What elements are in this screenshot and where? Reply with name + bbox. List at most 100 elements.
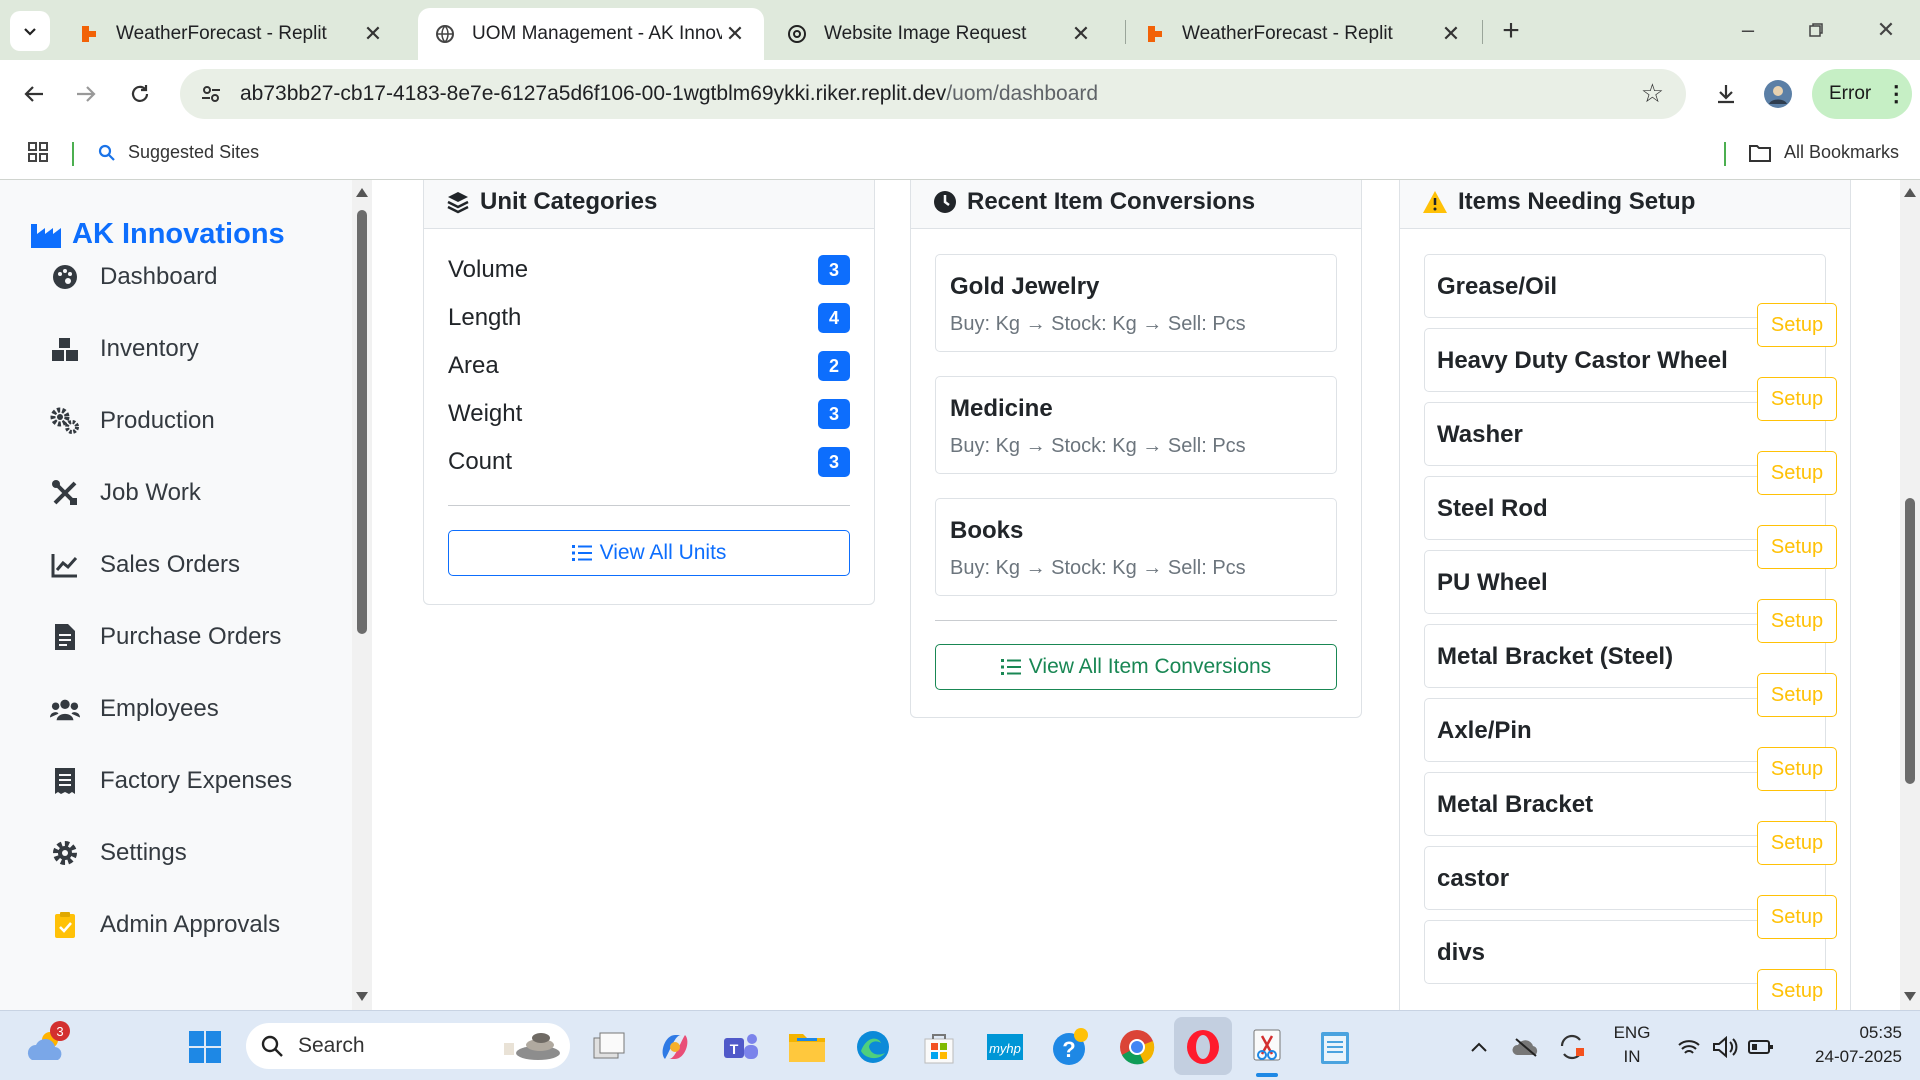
sidebar-scrollbar[interactable] [352, 180, 372, 1010]
unit-category-row[interactable]: Area 2 [448, 351, 850, 381]
conversion-item[interactable]: Gold Jewelry Buy: Kg → Stock: Kg → Sell:… [935, 254, 1337, 352]
view-all-conversions-button[interactable]: View All Item Conversions [935, 644, 1337, 690]
edge-button[interactable] [852, 1026, 894, 1068]
apps-button[interactable] [26, 140, 50, 164]
tab-weatherforecast-1[interactable]: WeatherForecast - Replit ✕ [62, 8, 402, 60]
clock[interactable]: 05:35 24-07-2025 [1792, 1023, 1902, 1067]
bookmarks-divider [1724, 142, 1726, 166]
conversion-item[interactable]: Books Buy: Kg → Stock: Kg → Sell: Pcs [935, 498, 1337, 596]
sidebar-item-employees[interactable]: Employees [50, 694, 219, 724]
taskbar: 3 Search T myhp ? ENG IN 05:35 24-07-202… [0, 1010, 1920, 1080]
sidebar-item-inventory[interactable]: Inventory [50, 334, 199, 364]
profile-error-button[interactable]: Error ⋮ [1812, 69, 1912, 119]
globe-icon [434, 23, 456, 45]
sidebar-item-admin-approvals[interactable]: Admin Approvals [50, 910, 280, 940]
minimize-button[interactable]: – [1728, 10, 1768, 50]
conversion-item-name: Medicine [950, 395, 1053, 422]
sidebar-scrollbar-thumb[interactable] [357, 210, 367, 634]
show-hidden-icons-button[interactable] [1458, 1026, 1500, 1068]
all-bookmarks-link[interactable]: All Bookmarks [1748, 142, 1899, 163]
view-all-units-button[interactable]: View All Units [448, 530, 850, 576]
card-header: Items Needing Setup [1400, 180, 1850, 229]
close-icon[interactable]: ✕ [722, 21, 748, 47]
sync-button[interactable] [1552, 1026, 1592, 1068]
page-scrollbar[interactable] [1900, 180, 1920, 1010]
get-help-button[interactable]: ? [1050, 1026, 1092, 1068]
sidebar-item-production[interactable]: Production [50, 406, 215, 436]
setup-button[interactable]: Setup [1757, 377, 1837, 421]
unit-category-name: Count [448, 448, 513, 475]
tab-uom-management[interactable]: UOM Management - AK Innova ✕ [418, 8, 764, 60]
scroll-up-arrow-icon[interactable] [1904, 188, 1916, 197]
myhp-button[interactable]: myhp [984, 1026, 1026, 1068]
page-scrollbar-thumb[interactable] [1905, 498, 1915, 784]
taskbar-search-box[interactable]: Search [246, 1023, 570, 1069]
scroll-down-arrow-icon[interactable] [1904, 992, 1916, 1001]
reload-button[interactable] [120, 74, 160, 114]
back-button[interactable] [14, 74, 54, 114]
notepad-button[interactable] [1314, 1026, 1356, 1068]
card-title: Recent Item Conversions [967, 187, 1256, 215]
brand-logo[interactable]: AK Innovations [30, 218, 285, 251]
onedrive-button[interactable] [1506, 1026, 1546, 1068]
sidebar-item-label: Job Work [100, 479, 201, 506]
download-button[interactable] [1706, 74, 1746, 114]
tab-website-image-request[interactable]: Website Image Request ✕ [770, 8, 1110, 60]
scroll-down-arrow-icon[interactable] [356, 992, 368, 1001]
weather-widget[interactable]: 3 [26, 1021, 70, 1067]
setup-button[interactable]: Setup [1757, 821, 1837, 865]
setup-button[interactable]: Setup [1757, 673, 1837, 717]
setup-button[interactable]: Setup [1757, 969, 1837, 1010]
scroll-up-arrow-icon[interactable] [356, 188, 368, 197]
input-language-indicator[interactable]: ENG IN [1604, 1023, 1660, 1067]
sidebar-item-factory-expenses[interactable]: Factory Expenses [50, 766, 292, 796]
setup-button[interactable]: Setup [1757, 525, 1837, 569]
close-icon[interactable]: ✕ [360, 21, 386, 47]
address-bar[interactable]: ab73bb27-cb17-4183-8e7e-6127a5d6f106-00-… [180, 69, 1686, 119]
setup-button[interactable]: Setup [1757, 747, 1837, 791]
window-close-button[interactable]: ✕ [1866, 10, 1906, 50]
unit-category-row[interactable]: Length 4 [448, 303, 850, 333]
tab-title: Website Image Request [824, 23, 1027, 44]
snipping-tool-button[interactable] [1248, 1026, 1290, 1068]
conversion-item[interactable]: Medicine Buy: Kg → Stock: Kg → Sell: Pcs [935, 376, 1337, 474]
copilot-button[interactable] [654, 1026, 696, 1068]
clock-date: 24-07-2025 [1815, 1047, 1902, 1066]
task-view-button[interactable] [588, 1026, 630, 1068]
unit-category-row[interactable]: Count 3 [448, 447, 850, 477]
sidebar-item-sales-orders[interactable]: Sales Orders [50, 550, 240, 580]
restore-button[interactable] [1796, 10, 1836, 50]
sidebar-item-settings[interactable]: Settings [50, 838, 187, 868]
battery-status[interactable] [1738, 1026, 1784, 1068]
setup-button[interactable]: Setup [1757, 303, 1837, 347]
microsoft-store-button[interactable] [918, 1026, 960, 1068]
close-icon[interactable]: ✕ [1068, 21, 1094, 47]
forward-button[interactable] [66, 74, 106, 114]
new-tab-button[interactable]: + [1494, 14, 1528, 48]
site-info-icon[interactable] [196, 79, 226, 109]
sidebar-item-purchase-orders[interactable]: Purchase Orders [50, 622, 281, 652]
tab-separator [1482, 20, 1483, 44]
unit-category-row[interactable]: Volume 3 [448, 255, 850, 285]
bookmark-star-icon[interactable]: ☆ [1641, 78, 1664, 109]
suggested-sites-link[interactable]: Suggested Sites [98, 142, 259, 163]
sidebar-item-dashboard[interactable]: Dashboard [50, 262, 217, 292]
chrome-button[interactable] [1116, 1026, 1158, 1068]
teams-button[interactable]: T [720, 1026, 762, 1068]
profile-avatar[interactable] [1758, 74, 1798, 114]
setup-button[interactable]: Setup [1757, 451, 1837, 495]
tab-search-button[interactable] [10, 11, 50, 51]
store-icon [924, 1034, 954, 1064]
start-button[interactable] [184, 1026, 226, 1068]
sidebar-item-job-work[interactable]: Job Work [50, 478, 201, 508]
tab-weatherforecast-2[interactable]: WeatherForecast - Replit ✕ [1128, 8, 1480, 60]
edge-icon [857, 1031, 889, 1063]
myhp-icon: myhp [987, 1034, 1023, 1060]
setup-button[interactable]: Setup [1757, 599, 1837, 643]
folder-icon [1749, 144, 1771, 162]
close-icon[interactable]: ✕ [1438, 21, 1464, 47]
unit-category-row[interactable]: Weight 3 [448, 399, 850, 429]
file-explorer-button[interactable] [786, 1026, 828, 1068]
setup-button[interactable]: Setup [1757, 895, 1837, 939]
opera-button[interactable] [1182, 1026, 1224, 1068]
